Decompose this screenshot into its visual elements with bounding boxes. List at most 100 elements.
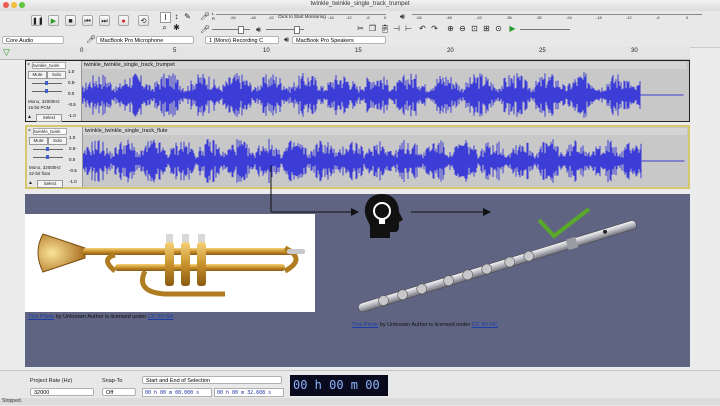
solo-button[interactable]: Solo	[47, 71, 66, 79]
gain-thumb[interactable]	[45, 81, 48, 85]
select-button[interactable]: Select	[36, 114, 62, 122]
timeline-ruler[interactable]: 0 5 10 15 20 25 30	[25, 47, 690, 60]
meter-tick: -6	[656, 15, 660, 20]
mic-meter-icon[interactable]: 🎤︎	[200, 12, 210, 21]
mic-volume-icon: 🎤︎	[200, 25, 211, 34]
flute-license-link[interactable]: CC BY-NC	[472, 322, 498, 328]
timeline-options-icon[interactable]: ▽	[3, 47, 10, 58]
trim-icon[interactable]: ⊣	[392, 24, 401, 33]
fit-selection-icon[interactable]: ⊡	[470, 24, 479, 33]
selection-tool-icon[interactable]: I	[160, 12, 171, 23]
collapse-icon[interactable]: ▲	[27, 114, 32, 120]
collapse-icon[interactable]: ▲	[28, 180, 33, 186]
track-control-panel: × twinkle_twink Mute Solo Mono, 32000Hz …	[27, 127, 69, 188]
trumpet-caption: This Photo by Unknown Author is licensed…	[28, 314, 173, 320]
copy-icon[interactable]: ❐	[368, 24, 377, 33]
ruler-tick: 20	[447, 48, 454, 54]
snap-to-label: Snap-To	[102, 378, 123, 384]
play-at-speed-slider[interactable]	[520, 29, 570, 30]
scale-label: 0.0	[68, 91, 75, 96]
trumpet-photo-link[interactable]: This Photo	[28, 314, 54, 320]
loop-button[interactable]: ⟲	[138, 15, 149, 26]
playback-device-select[interactable]: MacBook Pro Speakers	[292, 36, 386, 44]
track-close-icon[interactable]: ×	[27, 62, 30, 68]
track-name-menu[interactable]: twinkle_twink	[32, 62, 66, 69]
multi-tool-icon[interactable]: ✱	[172, 23, 181, 32]
snap-to-select[interactable]: Off	[102, 388, 136, 396]
track-format: Mono, 32000Hz	[29, 165, 61, 170]
flute-caption-text: by Unknown Author is licensed under	[378, 322, 472, 328]
playback-volume-thumb[interactable]	[294, 26, 300, 34]
meter-monitor-hint[interactable]: Click to Start Monitoring	[278, 14, 326, 19]
scale-label: -1.0	[68, 113, 76, 118]
trumpet-license-link[interactable]: CC BY-SA	[148, 314, 173, 320]
flute-image	[358, 220, 637, 313]
audio-host-select[interactable]: Core Audio	[2, 36, 64, 44]
ruler-tick: 0	[80, 48, 84, 54]
skip-to-end-button[interactable]: ⏭	[99, 15, 110, 26]
vertical-scale[interactable]: 1.0 0.5- 0.0 -0.5 -1.0	[68, 127, 83, 187]
track-bitdepth: 32-bit float	[29, 171, 51, 176]
pan-thumb[interactable]	[46, 155, 49, 159]
ruler-tick: 25	[539, 48, 546, 54]
meter-tick: -36	[506, 15, 512, 20]
zoom-toggle-icon[interactable]: ⊙	[494, 24, 503, 33]
rec-channel-R: R	[212, 16, 215, 21]
recording-device-select[interactable]: MacBook Pro Microphone	[96, 36, 194, 44]
recording-volume-slider[interactable]	[212, 29, 250, 30]
undo-icon[interactable]: ↶	[418, 24, 427, 33]
draw-tool-icon[interactable]: ✎	[183, 12, 192, 21]
flute-caption: This Photo by Unknown Author is licensed…	[352, 322, 498, 328]
fit-project-icon[interactable]: ⊞	[482, 24, 491, 33]
gain-thumb[interactable]	[46, 147, 49, 151]
select-button[interactable]: Select	[37, 180, 63, 188]
pan-thumb[interactable]	[45, 89, 48, 93]
ruler-tick: 15	[355, 48, 362, 54]
audio-position-display[interactable]: 00 h 00 m 00 s	[290, 375, 388, 396]
clip-name[interactable]: twinkle_twinkle_single_track_trumpet	[82, 62, 686, 69]
solo-button[interactable]: Solo	[48, 137, 67, 145]
stop-button[interactable]: ■	[65, 15, 76, 26]
flute-photo-link[interactable]: This Photo	[352, 322, 378, 328]
meter-tick: -48	[446, 15, 452, 20]
redo-icon[interactable]: ↷	[430, 24, 439, 33]
meter-tick: -12	[626, 15, 632, 20]
recording-volume-thumb[interactable]	[238, 26, 244, 34]
track-trumpet[interactable]: × twinkle_twink Mute Solo Mono, 32000Hz …	[25, 60, 690, 122]
selection-start-time[interactable]: 00 h 00 m 00.000 s	[142, 388, 212, 397]
recording-channels-select[interactable]: 1 (Mono) Recording C	[205, 36, 279, 44]
track-close-icon[interactable]: ×	[28, 128, 31, 134]
zoom-tool-icon[interactable]: ⌕	[160, 23, 169, 32]
waveform-trumpet[interactable]	[82, 70, 684, 120]
play-button[interactable]: ▶	[48, 15, 59, 26]
silence-icon[interactable]: ⊢	[404, 24, 413, 33]
meter-tick: -42	[268, 15, 274, 20]
mute-button[interactable]: Mute	[28, 71, 47, 79]
record-button[interactable]: ●	[118, 15, 129, 26]
zoom-out-icon[interactable]: ⊖	[458, 24, 467, 33]
speaker-meter-icon[interactable]: 🔊︎	[398, 12, 407, 21]
pause-button[interactable]: ❚❚	[31, 15, 44, 26]
play-at-speed-icon[interactable]: ▶	[508, 24, 517, 33]
scale-label: 1.0	[68, 69, 75, 74]
ruler-corner: ▽	[0, 47, 25, 60]
skip-to-start-button[interactable]: ⏮	[82, 15, 93, 26]
cut-icon[interactable]: ✂	[356, 24, 365, 33]
scale-label: 1.0	[69, 135, 76, 140]
mute-button[interactable]: Mute	[29, 137, 48, 145]
zoom-in-icon[interactable]: ⊕	[446, 24, 455, 33]
selection-end-time[interactable]: 00 h 00 m 32.608 s	[214, 388, 284, 397]
clip-name[interactable]: twinkle_twinkle_single_track_flute	[83, 128, 687, 135]
paste-icon[interactable]: 📋︎	[380, 24, 390, 33]
vertical-scale[interactable]: 1.0 0.5- 0.0 -0.5 -1.0	[67, 61, 82, 121]
scale-label: 0.0	[69, 157, 76, 162]
meter-tick: -18	[596, 15, 602, 20]
track-name-menu[interactable]: twinkle_twink	[33, 128, 67, 135]
scale-label: -1.0	[69, 179, 77, 184]
meter-tick: -12	[346, 15, 352, 20]
meter-tick: -6	[366, 15, 370, 20]
meter-tick: -18	[328, 15, 334, 20]
envelope-tool-icon[interactable]: ↕	[172, 12, 181, 21]
project-rate-select[interactable]: 32000	[30, 388, 94, 396]
selection-mode-select[interactable]: Start and End of Selection	[142, 376, 282, 384]
